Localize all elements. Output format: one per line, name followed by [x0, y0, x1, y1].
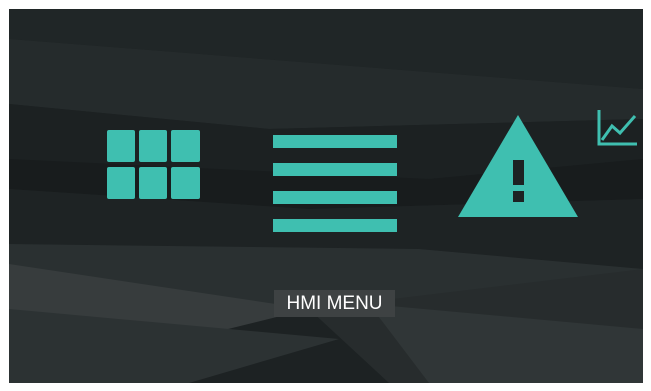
warning-triangle-icon	[458, 115, 578, 217]
alarm-button[interactable]	[457, 113, 579, 219]
grid-icon	[107, 130, 200, 199]
hamburger-menu-icon	[273, 135, 397, 232]
hmi-frame: HMI MENU	[0, 0, 651, 391]
menu-button[interactable]	[273, 135, 397, 232]
trend-button[interactable]	[597, 108, 638, 146]
trend-chart-icon	[597, 110, 637, 146]
menu-label: HMI MENU	[274, 290, 395, 317]
grid-button[interactable]	[107, 130, 200, 199]
hmi-screen: HMI MENU	[9, 9, 643, 383]
